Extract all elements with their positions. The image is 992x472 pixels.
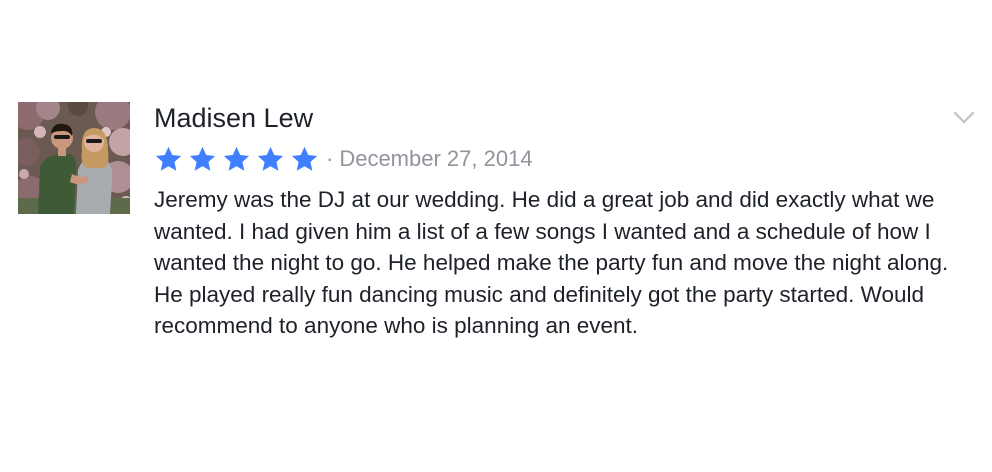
review-card: Madisen Lew · December 27, 2014 Jeremy w… <box>0 0 992 472</box>
separator-dot: · <box>326 146 334 171</box>
star-icon <box>290 145 319 174</box>
star-icon <box>188 145 217 174</box>
rating-row: · December 27, 2014 <box>154 143 533 175</box>
reviewer-name[interactable]: Madisen Lew <box>154 100 313 136</box>
avatar[interactable] <box>18 102 130 214</box>
chevron-down-icon[interactable] <box>952 108 976 128</box>
star-rating <box>154 145 324 174</box>
avatar-photo <box>18 102 130 214</box>
star-icon <box>256 145 285 174</box>
review-text: Jeremy was the DJ at our wedding. He did… <box>154 187 949 338</box>
star-icon <box>222 145 251 174</box>
star-icon <box>154 145 183 174</box>
review-date[interactable]: December 27, 2014 <box>339 143 532 175</box>
